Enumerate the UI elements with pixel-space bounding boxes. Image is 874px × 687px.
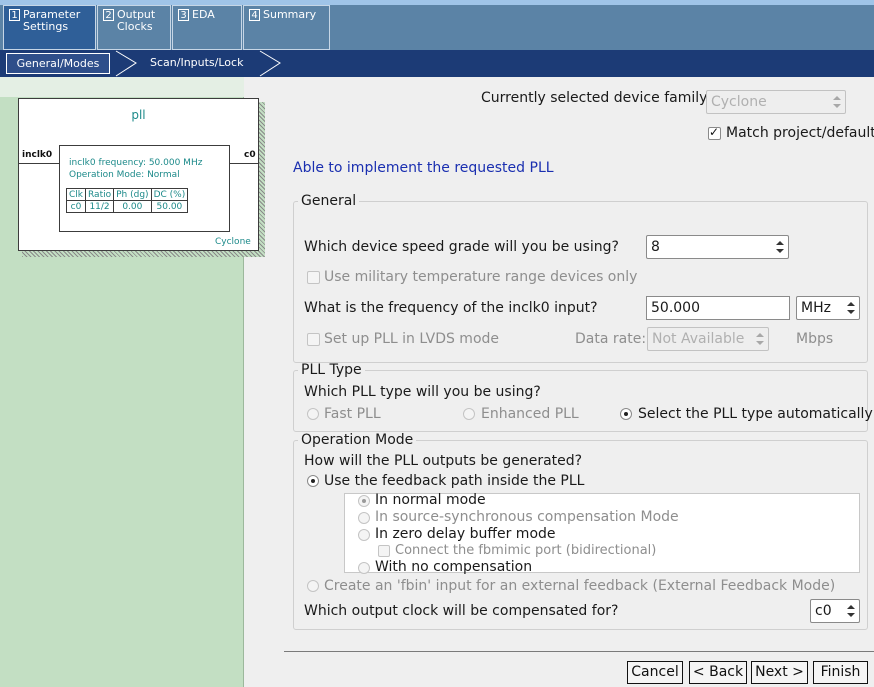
frequency-input[interactable]: 50.000 xyxy=(646,296,790,320)
diagram-panel-header xyxy=(0,77,244,97)
pll-device-family: Cyclone xyxy=(215,237,251,247)
tab-eda[interactable]: 3 EDA xyxy=(172,5,242,50)
tab-label: Settings xyxy=(23,20,69,33)
operation-mode-group-title: Operation Mode xyxy=(301,432,414,448)
chevron-right-icon xyxy=(115,50,137,77)
pll-block: inclk0 frequency: 50.000 MHz Operation M… xyxy=(59,145,230,232)
fast-pll-label: Fast PLL xyxy=(324,406,381,422)
fbin-radio[interactable] xyxy=(307,580,319,592)
compensated-clock-label: Which output clock will be compensated f… xyxy=(304,603,619,619)
auto-pll-label: Select the PLL type automatically xyxy=(638,406,873,422)
compensated-clock-select[interactable]: c0 xyxy=(810,599,860,623)
data-rate-unit: Mbps xyxy=(796,331,834,347)
tab-parameter-settings[interactable]: 1 Parameter Settings xyxy=(3,5,96,50)
step-number: 3 xyxy=(178,9,189,21)
next-button[interactable]: Next > xyxy=(751,661,808,684)
pll-frequency-text: inclk0 frequency: 50.000 MHz xyxy=(69,158,203,168)
subnav-bar: General/Modes Scan/Inputs/Lock xyxy=(0,50,874,77)
speed-grade-label: Which device speed grade will you be usi… xyxy=(304,239,619,255)
operation-mode-question: How will the PLL outputs be generated? xyxy=(304,453,583,469)
table-cell: 0.00 xyxy=(113,200,152,213)
lvds-label: Set up PLL in LVDS mode xyxy=(324,331,500,347)
pll-symbol: pll inclk0 c0 inclk0 frequency: 50.000 M… xyxy=(18,98,259,251)
source-sync-label: In source-synchronous compensation Mode xyxy=(375,509,679,525)
speed-grade-select[interactable]: 8 xyxy=(646,235,789,259)
general-group-title: General xyxy=(301,193,357,209)
feedback-path-label: Use the feedback path inside the PLL xyxy=(324,473,585,489)
match-project-label: Match project/default xyxy=(726,125,874,141)
step-number: 1 xyxy=(9,9,20,21)
pll-type-question: Which PLL type will you be using? xyxy=(304,384,541,400)
status-message: Able to implement the requested PLL xyxy=(293,160,554,176)
tab-summary[interactable]: 4 Summary xyxy=(243,5,330,50)
input-pin-label: inclk0 xyxy=(22,150,53,160)
fbin-label: Create an 'fbin' input for an external f… xyxy=(324,578,836,594)
pll-symbol-title: pll xyxy=(131,108,146,122)
data-rate-value: Not Available xyxy=(652,331,745,347)
no-compensation-radio[interactable] xyxy=(358,562,370,574)
enhanced-pll-radio[interactable] xyxy=(463,408,475,420)
tab-label: Summary xyxy=(263,8,317,21)
frequency-unit-select[interactable]: MHz xyxy=(796,296,860,320)
fbmimic-label: Connect the fbmimic port (bidirectional) xyxy=(395,543,657,558)
table-header: Clk xyxy=(66,188,86,201)
enhanced-pll-label: Enhanced PLL xyxy=(481,406,579,422)
spin-arrows-icon xyxy=(833,96,841,108)
data-rate-select[interactable]: Not Available xyxy=(647,327,769,351)
finish-button[interactable]: Finish xyxy=(813,661,868,684)
pll-mode-text: Operation Mode: Normal xyxy=(69,170,180,180)
match-project-checkbox[interactable] xyxy=(708,125,721,140)
spin-arrows-icon xyxy=(756,333,764,345)
chevron-right-icon xyxy=(259,50,281,77)
table-cell: 11/2 xyxy=(84,200,115,213)
back-button[interactable]: < Back xyxy=(689,661,747,684)
fast-pll-radio[interactable] xyxy=(307,408,319,420)
military-temp-label: Use military temperature range devices o… xyxy=(324,269,638,285)
table-header: DC (%) xyxy=(150,188,189,201)
subnav-general-modes[interactable]: General/Modes xyxy=(6,53,110,74)
input-pin-line xyxy=(19,163,59,164)
subnav-scan-inputs-lock[interactable]: Scan/Inputs/Lock xyxy=(150,53,243,74)
fbmimic-checkbox[interactable] xyxy=(378,545,390,557)
normal-mode-radio[interactable] xyxy=(358,495,370,507)
table-header: Ph (dg) xyxy=(113,188,152,201)
table-cell: 50.00 xyxy=(150,200,189,213)
spin-arrows-icon xyxy=(776,241,784,253)
lvds-checkbox[interactable] xyxy=(307,333,320,346)
frequency-label: What is the frequency of the inclk0 inpu… xyxy=(304,300,598,316)
table-header: Ratio xyxy=(84,188,115,201)
device-family-select[interactable]: Cyclone xyxy=(706,90,846,114)
feedback-path-radio[interactable] xyxy=(307,475,319,487)
cancel-button[interactable]: Cancel xyxy=(627,661,683,684)
device-family-label: Currently selected device family: xyxy=(481,90,712,106)
tab-output-clocks[interactable]: 2 Output Clocks xyxy=(97,5,171,50)
spin-arrows-icon xyxy=(847,302,855,314)
output-pin-label: c0 xyxy=(244,150,256,160)
speed-grade-value: 8 xyxy=(651,239,660,255)
zero-delay-label: In zero delay buffer mode xyxy=(375,526,556,542)
step-number: 2 xyxy=(103,9,114,21)
military-temp-checkbox[interactable] xyxy=(307,271,320,284)
tab-label: EDA xyxy=(192,8,215,21)
no-compensation-label: With no compensation xyxy=(375,559,533,574)
compensated-clock-value: c0 xyxy=(815,603,832,619)
auto-pll-radio[interactable] xyxy=(620,408,632,420)
pll-clock-table: Clk Ratio Ph (dg) DC (%) c0 11/2 0.00 50… xyxy=(66,188,189,213)
pll-type-group-title: PLL Type xyxy=(301,362,362,378)
spin-arrows-icon xyxy=(847,605,855,617)
footer-divider xyxy=(284,651,874,652)
table-cell: c0 xyxy=(66,200,86,213)
zero-delay-radio[interactable] xyxy=(358,529,370,541)
device-family-value: Cyclone xyxy=(711,94,767,110)
normal-mode-label: In normal mode xyxy=(375,492,486,508)
step-number: 4 xyxy=(249,9,260,21)
source-sync-radio[interactable] xyxy=(358,512,370,524)
data-rate-label: Data rate: xyxy=(575,331,647,347)
output-pin-line xyxy=(230,163,258,164)
tab-label: Clocks xyxy=(117,20,153,33)
frequency-unit-value: MHz xyxy=(801,300,831,316)
